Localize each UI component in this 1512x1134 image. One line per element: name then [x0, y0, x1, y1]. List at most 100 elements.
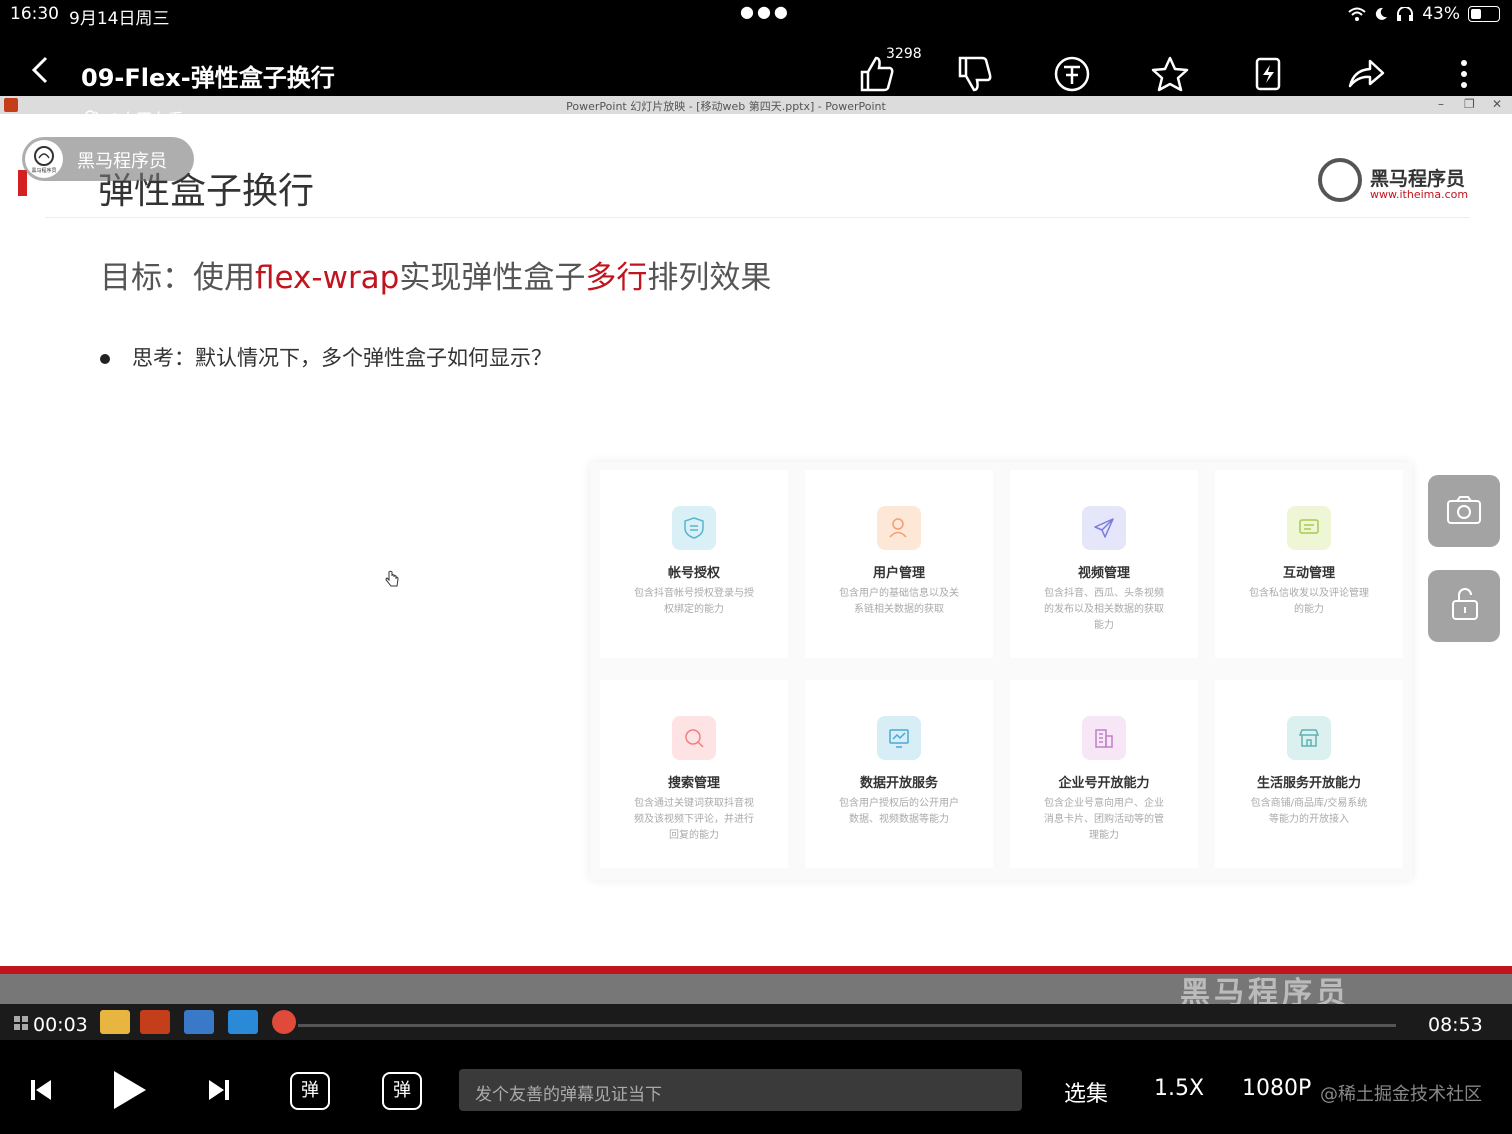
speed-button[interactable]: 1.5X	[1154, 1076, 1204, 1101]
windows-taskbar	[0, 1004, 1512, 1040]
back-icon[interactable]	[28, 54, 52, 86]
card-enterprise: 企业号开放能力 包含企业号意向用户、企业消息卡片、团购活动等的管理能力	[1010, 680, 1198, 868]
card-desc: 包含抖音、西瓜、头条视频的发布以及相关数据的获取能力	[1044, 588, 1164, 631]
restore-icon: ❐	[1464, 97, 1475, 111]
share-icon[interactable]	[1346, 54, 1386, 94]
card-icon-bg	[672, 506, 716, 550]
card-user-management: 用户管理 包含用户的基础信息以及关系链相关数据的获取	[805, 470, 993, 658]
store-icon	[1298, 729, 1320, 747]
goal-suffix: 排列效果	[647, 260, 772, 296]
download-icon[interactable]	[1248, 54, 1288, 94]
thumbs-down-icon[interactable]	[954, 54, 994, 94]
chrome-icon	[272, 1010, 296, 1034]
watching-text: 1人正在看	[110, 110, 185, 129]
video-title: 09-Flex-弹性盒子换行	[81, 64, 335, 92]
headphones-icon	[1397, 7, 1414, 21]
coin-icon[interactable]	[1052, 54, 1092, 94]
moon-icon	[1376, 7, 1388, 20]
bullet-dot	[100, 354, 110, 364]
vscode-icon	[228, 1010, 258, 1034]
quality-button[interactable]: 1080P	[1242, 1076, 1311, 1101]
goal-highlight-flexwrap: flex-wrap	[255, 260, 400, 296]
send-icon	[1094, 518, 1114, 538]
explorer-icon	[100, 1010, 130, 1034]
building-icon	[1095, 729, 1113, 748]
feature-grid: 帐号授权 包含抖音帐号授权登录与授权绑定的能力 用户管理 包含用户的基础信息以及…	[590, 462, 1412, 880]
shield-icon	[684, 517, 704, 539]
ppt-window-titlebar: PowerPoint 幻灯片放映 - [移动web 第四天.pptx] - Po…	[0, 96, 1512, 114]
video-header: 09-Flex-弹性盒子换行 3298	[0, 40, 1512, 96]
card-data-service: 数据开放服务 包含用户授权后的公开用户数据、视频数据等能力	[805, 680, 993, 868]
progress-track[interactable]	[298, 1024, 1396, 1027]
bullet-text: 思考：默认情况下，多个弹性盒子如何显示？	[132, 346, 552, 370]
card-title: 企业号开放能力	[1058, 776, 1150, 791]
card-desc: 包含商铺/商品库/交易系统等能力的开放接入	[1250, 798, 1368, 825]
status-time: 16:30	[10, 4, 59, 24]
uploader-badge[interactable]: 黑马程序员 黑马程序员	[22, 137, 194, 181]
battery-percent: 43%	[1422, 4, 1460, 24]
wifi-icon	[1348, 7, 1366, 21]
user-icon	[889, 518, 907, 538]
pointer-cursor-icon	[385, 570, 399, 587]
card-desc: 包含抖音帐号授权登录与授权绑定的能力	[634, 588, 754, 615]
card-desc: 包含私信收发以及评论管理的能力	[1249, 588, 1369, 615]
card-title: 用户管理	[872, 566, 925, 581]
more-icon[interactable]	[1444, 54, 1484, 94]
powerpoint-taskbar-icon	[140, 1010, 170, 1034]
title-divider	[45, 217, 1470, 218]
card-title: 视频管理	[1077, 566, 1130, 581]
slide-goal: 目标：使用flex-wrap实现弹性盒子多行排列效果	[100, 252, 771, 297]
uploader-name: 黑马程序员	[77, 151, 167, 172]
ppt-window-title: PowerPoint 幻灯片放映 - [移动web 第四天.pptx] - Po…	[566, 100, 886, 113]
danmu-settings-icon[interactable]: 弹	[382, 1072, 422, 1110]
lock-screen-button[interactable]	[1428, 570, 1500, 642]
watching-count: 1人正在看	[82, 106, 184, 130]
source-credit: @稀土掘金技术社区	[1320, 1084, 1482, 1105]
card-icon-bg	[877, 716, 921, 760]
card-life-service: 生活服务开放能力 包含商铺/商品库/交易系统等能力的开放接入	[1215, 680, 1403, 868]
card-desc: 包含企业号意向用户、企业消息卡片、团购活动等的管理能力	[1044, 798, 1164, 841]
slide-bullet: 思考：默认情况下，多个弹性盒子如何显示？	[100, 342, 552, 372]
card-title: 互动管理	[1282, 566, 1335, 581]
card-desc: 包含用户的基础信息以及关系链相关数据的获取	[839, 588, 959, 615]
chat-icon	[1299, 519, 1319, 534]
previous-icon[interactable]	[28, 1076, 54, 1104]
card-video-management: 视频管理 包含抖音、西瓜、头条视频的发布以及相关数据的获取能力	[1010, 470, 1198, 658]
star-icon[interactable]	[1150, 54, 1190, 94]
episodes-button[interactable]: 选集	[1064, 1076, 1108, 1108]
card-title: 数据开放服务	[859, 776, 938, 791]
card-title: 帐号授权	[667, 566, 720, 581]
status-indicators: 43%	[1348, 4, 1500, 24]
uploader-avatar-text: 黑马程序员	[31, 168, 57, 174]
play-icon[interactable]	[110, 1068, 150, 1112]
status-bar: 16:30 9月14日周三 ●●● 43%	[0, 0, 1512, 30]
viewers-icon	[82, 110, 104, 126]
screen-app-icon	[184, 1010, 214, 1034]
goal-highlight-multiline: 多行	[585, 260, 648, 296]
current-time: 00:03	[33, 1014, 88, 1036]
card-icon-bg	[672, 716, 716, 760]
card-title: 搜索管理	[667, 776, 720, 791]
horse-logo-icon	[1318, 158, 1362, 202]
screenshot-button[interactable]	[1428, 475, 1500, 547]
minimize-icon: –	[1438, 97, 1444, 111]
danmu-input[interactable]: 发个友善的弹幕见证当下	[459, 1069, 1022, 1111]
lock-icon	[1452, 588, 1478, 620]
goal-prefix: 目标：使用	[100, 260, 255, 296]
thumbs-up-icon[interactable]	[856, 54, 896, 94]
goal-middle: 实现弹性盒子	[399, 260, 586, 296]
close-icon: ✕	[1492, 97, 1503, 111]
card-interaction-management: 互动管理 包含私信收发以及评论管理的能力	[1215, 470, 1403, 658]
danmu-toggle-icon[interactable]: 弹	[290, 1072, 330, 1110]
next-icon[interactable]	[206, 1076, 232, 1104]
status-date: 9月14日周三	[69, 9, 170, 29]
windows-start-icon	[14, 1016, 28, 1030]
total-time: 08:53	[1428, 1014, 1483, 1036]
multitask-dots-icon[interactable]: ●●●	[740, 2, 791, 21]
card-icon-bg	[1287, 716, 1331, 760]
card-icon-bg	[1082, 506, 1126, 550]
card-title: 生活服务开放能力	[1256, 776, 1361, 791]
card-account-auth: 帐号授权 包含抖音帐号授权登录与授权绑定的能力	[600, 470, 788, 658]
logo-url: www.itheima.com	[1370, 188, 1469, 201]
card-desc: 包含通过关键词获取抖音视频及该视频下评论，并进行回复的能力	[634, 798, 754, 841]
